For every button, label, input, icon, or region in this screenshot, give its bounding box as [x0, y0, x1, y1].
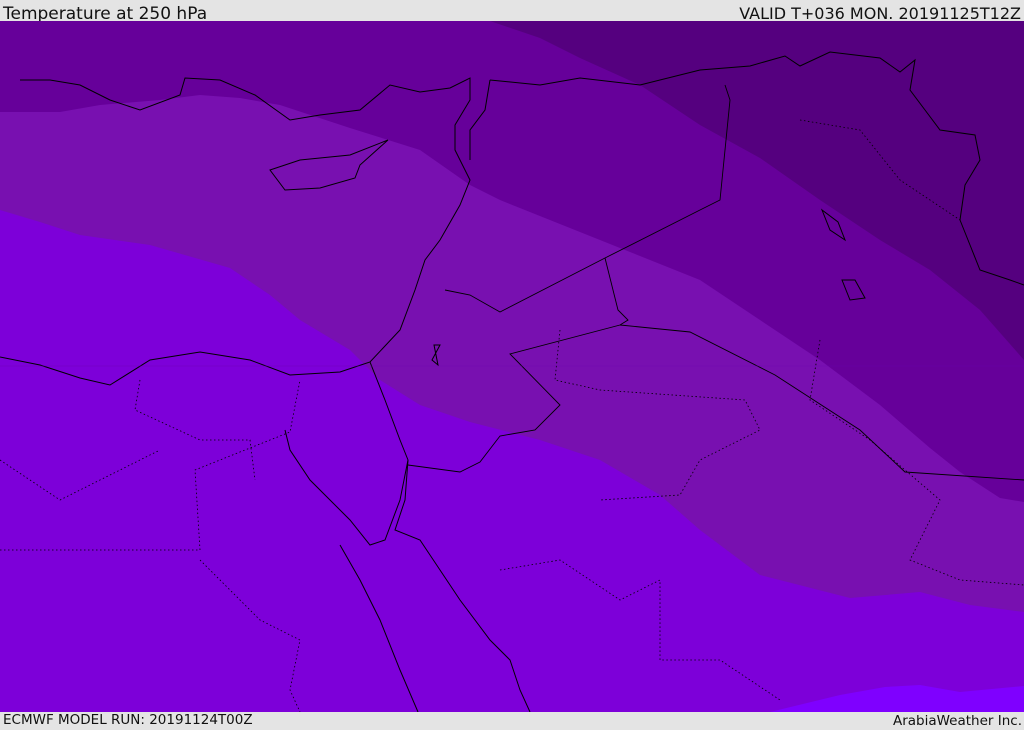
- header-bar: Temperature at 250 hPa VALID T+036 MON. …: [0, 0, 1024, 24]
- model-run: ECMWF MODEL RUN: 20191124T00Z: [3, 712, 253, 728]
- temperature-map: [0, 21, 1024, 712]
- credit-text: ArabiaWeather Inc.: [892, 713, 1022, 729]
- footer-bar: ECMWF MODEL RUN: 20191124T00Z ArabiaWeat…: [0, 712, 1024, 729]
